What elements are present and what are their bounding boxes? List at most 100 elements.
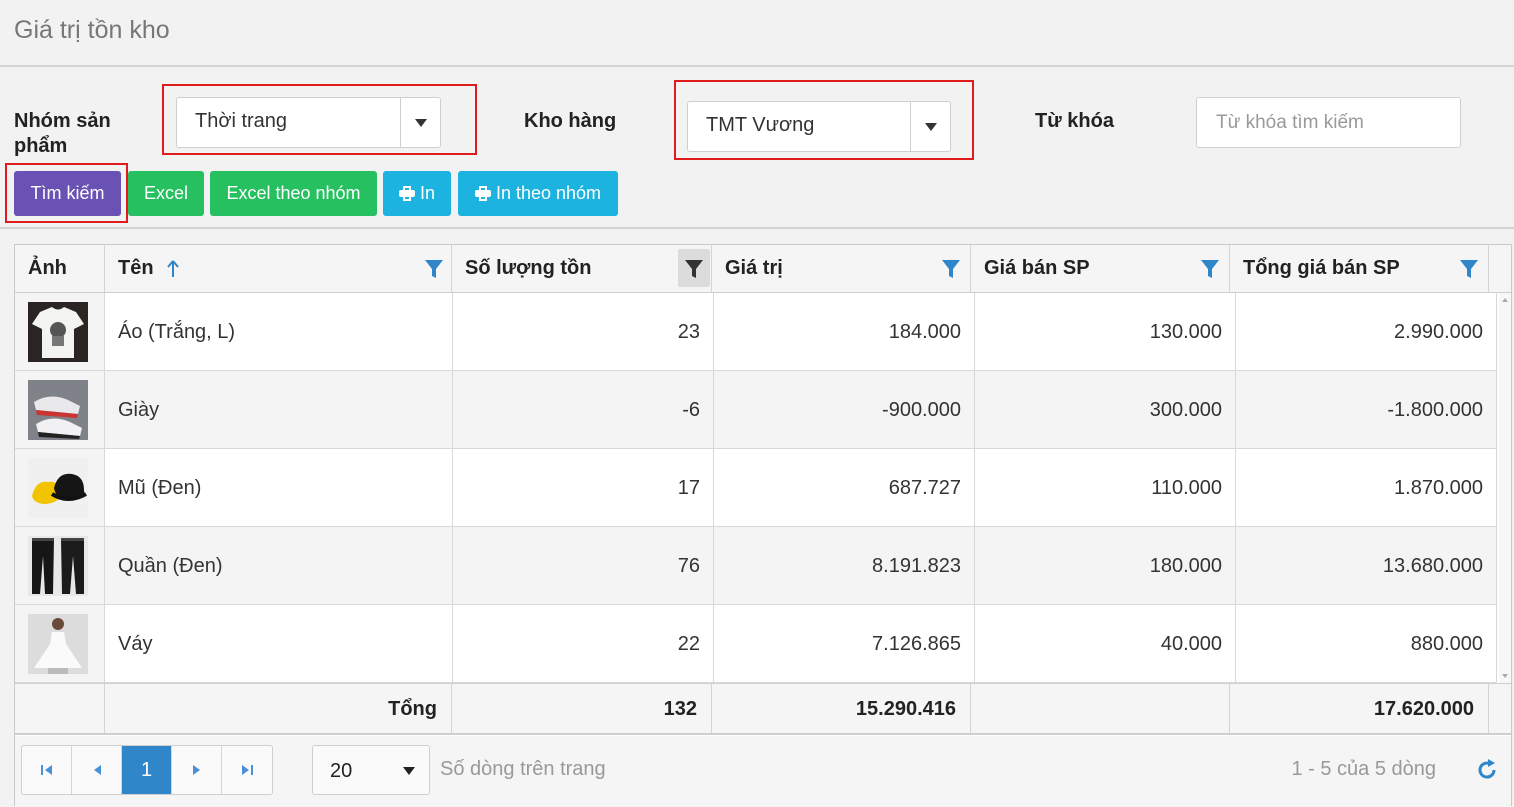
excel-button[interactable]: Excel <box>128 171 204 216</box>
group-select[interactable]: Thời trang <box>176 97 441 148</box>
title-divider <box>0 65 1514 67</box>
price-cell: 40.000 <box>975 605 1236 683</box>
product-image-cell <box>15 527 105 605</box>
price-cell: 180.000 <box>975 527 1236 605</box>
excel-button-label: Excel <box>143 183 188 203</box>
filter-icon[interactable] <box>1201 259 1219 279</box>
black-pants-photo <box>28 536 88 596</box>
keyword-label: Từ khóa <box>1035 110 1114 132</box>
column-header-label: Ảnh <box>28 257 67 279</box>
white-dress-photo <box>28 614 88 674</box>
footer-total-sum: 17.620.000 <box>1230 684 1489 734</box>
page-size-value: 20 <box>330 760 353 782</box>
sort-ascending-icon[interactable] <box>165 259 181 279</box>
table-row[interactable]: Quần (Đen) 76 8.191.823 180.000 13.680.0… <box>15 527 1497 605</box>
footer-quantity-sum: 132 <box>452 684 712 734</box>
warehouse-select-toggle[interactable] <box>910 102 950 151</box>
table-row[interactable]: Mũ (Đen) 17 687.727 110.000 1.870.000 <box>15 449 1497 527</box>
grid-header: Ảnh Tên Số lượng tồn Giá trị Giá bán SP … <box>15 245 1511 293</box>
filter-icon[interactable] <box>1460 259 1478 279</box>
quantity-cell: 76 <box>453 527 714 605</box>
column-header-value[interactable]: Giá trị <box>712 245 971 292</box>
pager-buttons: 1 <box>21 745 273 795</box>
scroll-down-icon[interactable] <box>1502 674 1508 678</box>
search-button-label: Tìm kiếm <box>30 183 105 203</box>
total-cell: 2.990.000 <box>1236 293 1497 371</box>
excel-group-button-label: Excel theo nhóm <box>226 183 361 203</box>
price-cell: 110.000 <box>975 449 1236 527</box>
group-select-value: Thời trang <box>195 110 288 132</box>
product-name: Mũ (Đen) <box>105 449 453 527</box>
quantity-cell: 22 <box>453 605 714 683</box>
page-title: Giá trị tồn kho <box>14 16 170 44</box>
warehouse-select[interactable]: TMT Vương <box>687 101 951 152</box>
grid-body[interactable]: Áo (Trắng, L) 23 184.000 130.000 2.990.0… <box>15 293 1511 683</box>
next-page-icon <box>192 765 200 775</box>
grid-footer: Tổng 132 15.290.416 17.620.000 <box>15 683 1511 735</box>
price-cell: 300.000 <box>975 371 1236 449</box>
white-tshirt-photo <box>28 302 88 362</box>
print-group-button-label: In theo nhóm <box>495 183 602 203</box>
column-header-quantity[interactable]: Số lượng tồn <box>452 245 712 292</box>
value-cell: 7.126.865 <box>714 605 975 683</box>
last-page-button[interactable] <box>222 746 272 794</box>
search-button[interactable]: Tìm kiếm <box>14 171 121 216</box>
product-image-cell <box>15 449 105 527</box>
total-cell: 880.000 <box>1236 605 1497 683</box>
column-header-label: Giá bán SP <box>984 257 1090 279</box>
total-cell: 13.680.000 <box>1236 527 1497 605</box>
product-name: Váy <box>105 605 453 683</box>
current-page-button[interactable]: 1 <box>122 746 172 794</box>
page-size-label: Số dòng trên trang <box>440 758 606 780</box>
product-image-cell <box>15 605 105 683</box>
group-select-toggle[interactable] <box>400 98 440 147</box>
table-row[interactable]: Giày -6 -900.000 300.000 -1.800.000 <box>15 371 1497 449</box>
page-size-select[interactable]: 20 <box>312 745 430 795</box>
product-image-cell <box>15 371 105 449</box>
column-header-name[interactable]: Tên <box>105 245 452 292</box>
chevron-down-icon <box>925 123 937 131</box>
chevron-down-icon <box>403 767 415 775</box>
value-cell: 184.000 <box>714 293 975 371</box>
filter-icon[interactable] <box>425 259 443 279</box>
value-cell: 687.727 <box>714 449 975 527</box>
quantity-cell: -6 <box>453 371 714 449</box>
warehouse-select-value: TMT Vương <box>706 114 815 136</box>
table-row[interactable]: Áo (Trắng, L) 23 184.000 130.000 2.990.0… <box>15 293 1497 371</box>
column-header-price[interactable]: Giá bán SP <box>971 245 1230 292</box>
inventory-grid: Ảnh Tên Số lượng tồn Giá trị Giá bán SP … <box>14 244 1512 806</box>
scroll-up-icon[interactable] <box>1502 298 1508 302</box>
column-header-total[interactable]: Tổng giá bán SP <box>1230 245 1489 292</box>
footer-value-sum: 15.290.416 <box>712 684 971 734</box>
keyword-input[interactable] <box>1196 97 1461 148</box>
vertical-scrollbar[interactable] <box>1499 293 1511 683</box>
sneaker-photo <box>28 380 88 440</box>
pager: 1 20 Số dòng trên trang 1 - 5 của 5 dòng <box>15 736 1511 806</box>
printer-icon <box>398 186 415 201</box>
footer-price-sum <box>971 684 1230 734</box>
footer-image-cell <box>15 684 105 734</box>
quantity-cell: 23 <box>453 293 714 371</box>
column-header-label: Giá trị <box>725 257 783 279</box>
prev-page-icon <box>93 765 101 775</box>
refresh-icon[interactable] <box>1475 758 1499 782</box>
group-label: Nhóm sản phẩm <box>14 110 111 157</box>
excel-group-button[interactable]: Excel theo nhóm <box>210 171 377 216</box>
product-name: Áo (Trắng, L) <box>105 293 453 371</box>
print-group-button[interactable]: In theo nhóm <box>458 171 618 216</box>
filter-icon[interactable] <box>942 259 960 279</box>
chevron-down-icon <box>415 119 427 127</box>
last-page-icon <box>242 765 253 775</box>
print-button-label: In <box>419 183 435 203</box>
first-page-button[interactable] <box>22 746 72 794</box>
filter-icon[interactable] <box>685 259 703 279</box>
first-page-icon <box>40 765 52 775</box>
print-button[interactable]: In <box>383 171 451 216</box>
column-header-image[interactable]: Ảnh <box>15 245 105 292</box>
table-row[interactable]: Váy 22 7.126.865 40.000 880.000 <box>15 605 1497 683</box>
prev-page-button[interactable] <box>72 746 122 794</box>
quantity-cell: 17 <box>453 449 714 527</box>
next-page-button[interactable] <box>172 746 222 794</box>
printer-icon <box>474 186 491 201</box>
total-cell: 1.870.000 <box>1236 449 1497 527</box>
